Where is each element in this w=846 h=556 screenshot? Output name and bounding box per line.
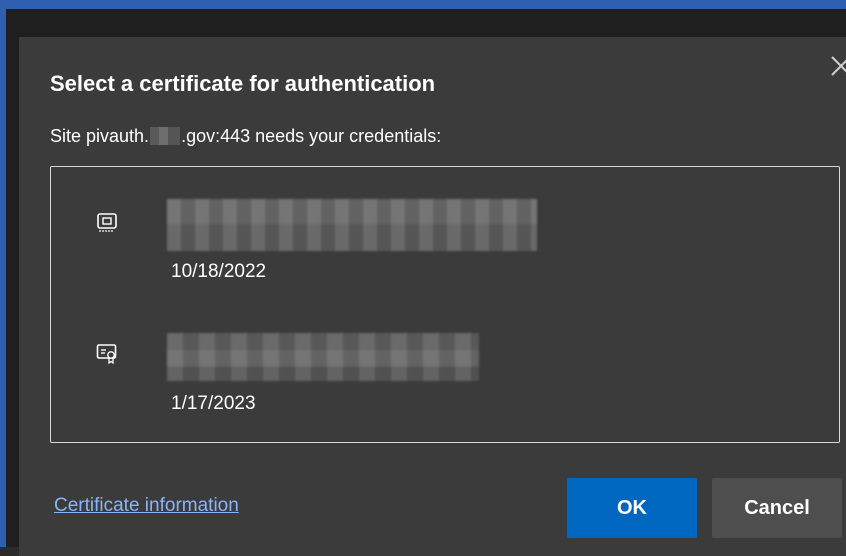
certificate-date: 1/17/2023	[171, 393, 256, 414]
redacted-certificate-name	[167, 333, 479, 381]
site-suffix: .gov:443 needs your credentials:	[181, 126, 442, 146]
certificate-item[interactable]: 10/18/2022	[51, 189, 839, 309]
window-frame: Select a certificate for authentication …	[0, 0, 846, 556]
redacted-certificate-name	[167, 199, 537, 251]
certificate-dialog: Select a certificate for authentication …	[19, 37, 846, 556]
close-button[interactable]	[826, 51, 846, 81]
ok-button[interactable]: OK	[567, 478, 697, 538]
cancel-button[interactable]: Cancel	[712, 478, 842, 538]
site-prefix: Site pivauth.	[50, 126, 150, 146]
certificate-item[interactable]: 1/17/2023	[51, 313, 839, 433]
smart-card-icon	[97, 213, 117, 232]
dialog-title: Select a certificate for authentication	[50, 71, 436, 96]
certificate-date: 10/18/2022	[171, 261, 267, 282]
redacted-domain	[150, 127, 181, 145]
certificate-list: 10/18/2022 1/17/2023	[50, 166, 840, 443]
certificate-icon	[96, 344, 117, 365]
site-credentials-text: Site pivauth. .gov:443 needs your credent…	[50, 126, 441, 147]
close-icon	[831, 56, 846, 76]
certificate-information-link[interactable]: Certificate information	[54, 495, 239, 517]
